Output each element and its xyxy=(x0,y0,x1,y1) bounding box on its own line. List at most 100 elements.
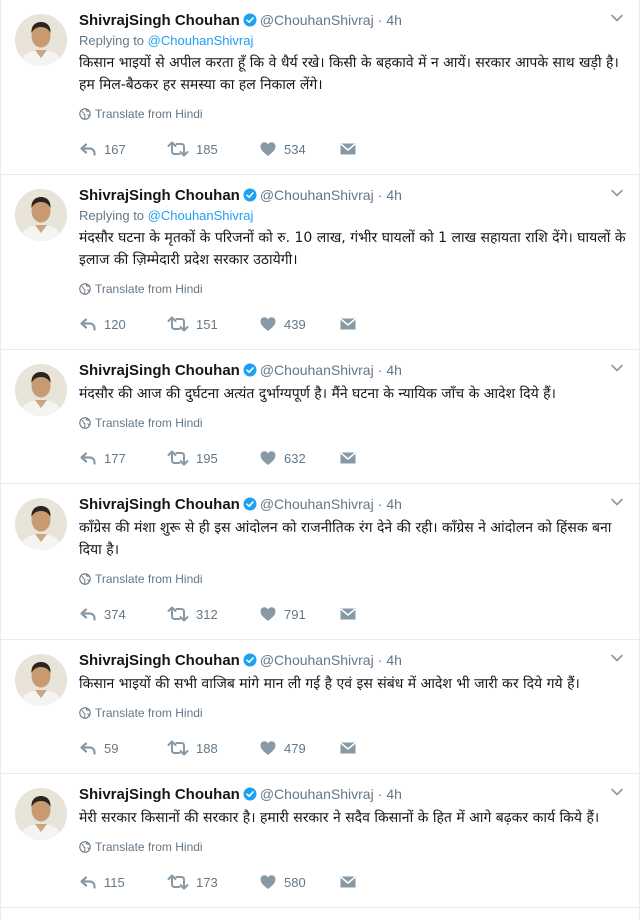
direct-message-button[interactable] xyxy=(339,605,364,623)
replying-to-link[interactable]: @ChouhanShivraj xyxy=(148,33,254,48)
globe-icon xyxy=(79,283,91,295)
author-handle[interactable]: @ChouhanShivraj xyxy=(260,362,374,378)
like-count: 479 xyxy=(284,740,306,756)
translate-link[interactable]: Translate from Hindi xyxy=(79,839,627,855)
tweet-actions: 120 151 439 xyxy=(79,307,627,341)
author-name[interactable]: ShivrajSingh Chouhan xyxy=(79,786,240,803)
chevron-down-icon[interactable] xyxy=(609,650,625,666)
author-name[interactable]: ShivrajSingh Chouhan xyxy=(79,12,240,29)
envelope-icon xyxy=(340,876,356,888)
author-name[interactable]: ShivrajSingh Chouhan xyxy=(79,496,240,513)
replying-to-link[interactable]: @ChouhanShivraj xyxy=(148,208,254,223)
tweet[interactable]: ShivrajSingh Chouhan @ChouhanShivraj · 4h क… xyxy=(1,640,639,774)
author-name[interactable]: ShivrajSingh Chouhan xyxy=(79,652,240,669)
chevron-down-icon[interactable] xyxy=(609,185,625,201)
retweet-count: 195 xyxy=(196,450,218,466)
tweet-text: कॉंग्रेस की मंशा शुरू से ही इस आंदोलन को… xyxy=(79,520,612,558)
chevron-down-icon[interactable] xyxy=(609,10,625,26)
verified-badge-icon xyxy=(243,787,257,801)
reply-icon xyxy=(80,876,96,889)
direct-message-button[interactable] xyxy=(339,873,364,891)
like-button[interactable]: 479 xyxy=(259,739,339,757)
verified-badge-icon xyxy=(243,188,257,202)
translate-link[interactable]: Translate from Hindi xyxy=(79,571,627,587)
direct-message-button[interactable] xyxy=(339,449,364,467)
reply-count: 374 xyxy=(104,606,126,622)
translate-link[interactable]: Translate from Hindi xyxy=(79,415,627,431)
direct-message-button[interactable] xyxy=(339,315,364,333)
like-button[interactable]: 534 xyxy=(259,140,339,158)
author-handle[interactable]: @ChouhanShivraj xyxy=(260,652,374,668)
translate-label[interactable]: Translate from Hindi xyxy=(95,571,203,587)
translate-link[interactable]: Translate from Hindi xyxy=(79,106,627,122)
like-button[interactable]: 632 xyxy=(259,449,339,467)
translate-label[interactable]: Translate from Hindi xyxy=(95,705,203,721)
tweet-timestamp[interactable]: 4h xyxy=(386,652,402,668)
tweet-timestamp[interactable]: 4h xyxy=(386,187,402,203)
reply-icon xyxy=(80,452,96,465)
reply-button[interactable]: 177 xyxy=(79,449,167,467)
reply-button[interactable]: 167 xyxy=(79,140,167,158)
direct-message-button[interactable] xyxy=(339,140,364,158)
tweet[interactable]: ShivrajSingh Chouhan @ChouhanShivraj · 4h R… xyxy=(1,0,639,175)
verified-badge-icon xyxy=(243,653,257,667)
avatar[interactable] xyxy=(15,498,67,550)
chevron-down-icon[interactable] xyxy=(609,784,625,800)
profile-photo-icon xyxy=(15,14,67,66)
reply-button[interactable]: 374 xyxy=(79,605,167,623)
envelope-icon xyxy=(340,143,356,155)
reply-button[interactable]: 59 xyxy=(79,739,167,757)
retweet-button[interactable]: 173 xyxy=(167,873,259,891)
translate-label[interactable]: Translate from Hindi xyxy=(95,415,203,431)
reply-icon xyxy=(80,608,96,621)
like-button[interactable]: 580 xyxy=(259,873,339,891)
retweet-button[interactable]: 195 xyxy=(167,449,259,467)
avatar[interactable] xyxy=(15,364,67,416)
tweet-timestamp[interactable]: 4h xyxy=(386,496,402,512)
author-handle[interactable]: @ChouhanShivraj xyxy=(260,187,374,203)
reply-count: 115 xyxy=(104,874,125,890)
retweet-button[interactable]: 188 xyxy=(167,739,259,757)
direct-message-button[interactable] xyxy=(339,739,364,757)
retweet-button[interactable]: 185 xyxy=(167,140,259,158)
chevron-down-icon[interactable] xyxy=(609,360,625,376)
avatar[interactable] xyxy=(15,788,67,840)
envelope-icon xyxy=(340,452,356,464)
verified-badge-icon xyxy=(243,13,257,27)
translate-link[interactable]: Translate from Hindi xyxy=(79,281,627,297)
author-handle[interactable]: @ChouhanShivraj xyxy=(260,496,374,512)
tweet-timestamp[interactable]: 4h xyxy=(386,12,402,28)
retweet-button[interactable]: 312 xyxy=(167,605,259,623)
retweet-button[interactable]: 151 xyxy=(167,315,259,333)
globe-icon xyxy=(79,841,91,853)
avatar[interactable] xyxy=(15,189,67,241)
tweet-timestamp[interactable]: 4h xyxy=(386,362,402,378)
translate-label[interactable]: Translate from Hindi xyxy=(95,839,203,855)
author-name[interactable]: ShivrajSingh Chouhan xyxy=(79,362,240,379)
replying-to-label: Replying to xyxy=(79,208,145,223)
tweet-header: ShivrajSingh Chouhan @ChouhanShivraj · 4h xyxy=(79,784,627,804)
author-name[interactable]: ShivrajSingh Chouhan xyxy=(79,187,240,204)
avatar[interactable] xyxy=(15,14,67,66)
author-handle[interactable]: @ChouhanShivraj xyxy=(260,786,374,802)
globe-icon xyxy=(79,573,91,585)
translate-label[interactable]: Translate from Hindi xyxy=(95,281,203,297)
replying-to: Replying to @ChouhanShivraj xyxy=(79,208,627,224)
reply-button[interactable]: 115 xyxy=(79,873,167,891)
tweet[interactable]: ShivrajSingh Chouhan @ChouhanShivraj · 4h क… xyxy=(1,484,639,640)
tweet[interactable]: ShivrajSingh Chouhan @ChouhanShivraj · 4h म… xyxy=(1,774,639,908)
tweet-actions: 115 173 580 xyxy=(79,865,627,899)
tweet-timestamp[interactable]: 4h xyxy=(386,786,402,802)
avatar[interactable] xyxy=(15,654,67,706)
like-button[interactable]: 791 xyxy=(259,605,339,623)
like-count: 791 xyxy=(284,606,306,622)
translate-link[interactable]: Translate from Hindi xyxy=(79,705,627,721)
chevron-down-icon[interactable] xyxy=(609,494,625,510)
reply-button[interactable]: 120 xyxy=(79,315,167,333)
tweet-header: ShivrajSingh Chouhan @ChouhanShivraj · 4h xyxy=(79,360,627,380)
tweet[interactable]: ShivrajSingh Chouhan @ChouhanShivraj · 4h R… xyxy=(1,175,639,350)
tweet[interactable]: ShivrajSingh Chouhan @ChouhanShivraj · 4h म… xyxy=(1,350,639,484)
like-button[interactable]: 439 xyxy=(259,315,339,333)
author-handle[interactable]: @ChouhanShivraj xyxy=(260,12,374,28)
translate-label[interactable]: Translate from Hindi xyxy=(95,106,203,122)
